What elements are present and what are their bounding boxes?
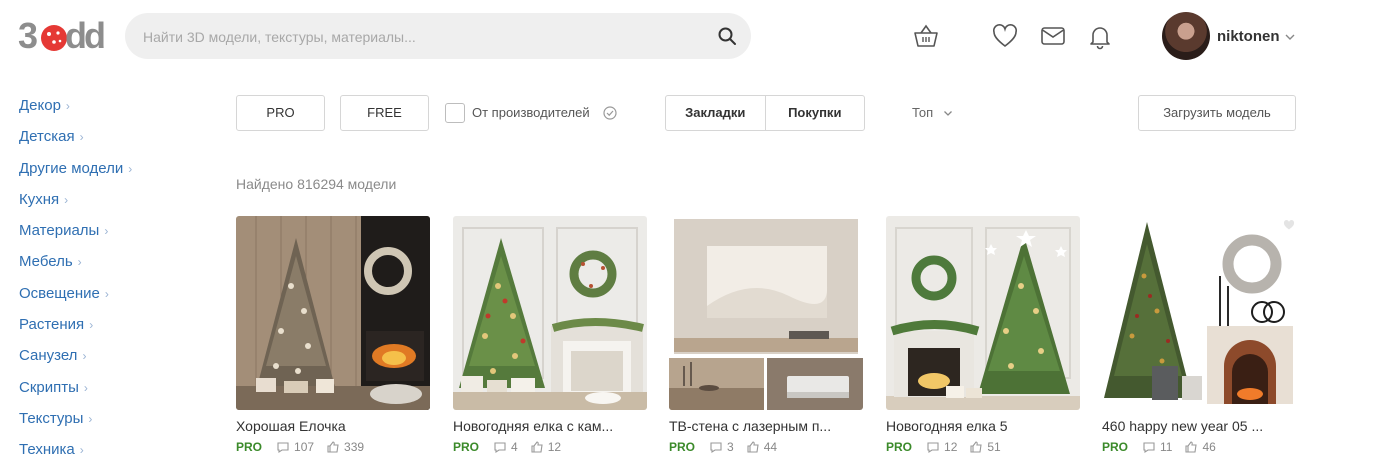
chevron-right-icon: › [82,349,87,364]
comment-count: 3 [727,440,734,454]
manufacturers-label[interactable]: От производителей [472,105,590,120]
upload-model-button[interactable]: Загрузить модель [1138,95,1296,131]
sidebar-item-plants[interactable]: Растения › [19,314,219,345]
like-icon [747,441,759,453]
comment-count: 107 [294,440,315,454]
chevron-right-icon: › [89,318,94,333]
comment-icon [710,442,722,454]
model-title[interactable]: Новогодняя елка с кам... [453,418,643,434]
category-sidebar: Декор › Детская › Другие модели › Кухня › Ма… [19,95,219,471]
model-thumbnail[interactable] [236,216,430,410]
model-card[interactable]: Новогодняя елка с кам... PRO 4 12 [453,216,647,455]
search-bar[interactable] [125,13,751,61]
like-count: 44 [763,440,778,454]
chevron-right-icon: › [77,255,82,270]
model-meta: PRO 12 51 [886,439,1080,455]
verified-check-icon [603,106,617,120]
bookmark-heart-icon[interactable] [1283,219,1295,231]
bookmarks-purchases-toggle: Закладки Покупки [665,95,865,131]
mail-icon[interactable] [1039,22,1067,50]
like-count: 12 [547,440,562,454]
chevron-right-icon: › [79,130,84,145]
svg-text:d: d [84,16,104,56]
pro-badge: PRO [1102,440,1129,454]
model-thumbnail[interactable] [453,216,647,410]
chevron-down-icon[interactable] [1284,31,1296,43]
pro-filter-button[interactable]: PRO [236,95,325,131]
heart-icon[interactable] [991,22,1019,50]
sidebar-item-furniture[interactable]: Мебель › [19,251,219,282]
like-icon [531,441,543,453]
pro-badge: PRO [669,440,696,454]
username[interactable]: niktonen [1217,28,1280,45]
model-card[interactable]: 460 happy new year 05 ... PRO 11 46 [1102,216,1296,455]
search-icon[interactable] [717,26,737,46]
pro-badge: PRO [453,440,480,454]
comment-count: 11 [1160,440,1173,454]
chevron-down-icon[interactable] [943,108,953,118]
like-icon [1185,441,1198,453]
model-meta: PRO 11 46 [1102,439,1296,455]
model-thumbnail[interactable] [1102,216,1296,410]
model-card[interactable]: Новогодняя елка 5 PRO 12 51 [886,216,1080,455]
free-filter-button[interactable]: FREE [340,95,429,131]
model-title[interactable]: Новогодняя елка 5 [886,418,1076,434]
chevron-right-icon: › [64,192,69,207]
chevron-right-icon: › [88,411,93,426]
model-meta: PRO 107 339 [236,439,430,455]
pro-badge: PRO [886,440,913,454]
comment-icon [494,442,506,454]
like-count: 339 [344,440,365,454]
model-title[interactable]: Хорошая Елочка [236,418,426,434]
sort-dropdown[interactable]: Топ [912,105,933,120]
sidebar-item-kitchen[interactable]: Кухня › [19,189,219,220]
sidebar-item-bathroom[interactable]: Санузел › [19,345,219,376]
sidebar-item-materials[interactable]: Материалы › [19,220,219,251]
chevron-right-icon: › [65,99,70,113]
sidebar-item-lighting[interactable]: Освещение › [19,283,219,314]
comment-icon [277,442,289,454]
svg-text:3: 3 [18,16,38,56]
purchases-button[interactable]: Покупки [764,96,865,130]
chevron-right-icon: › [79,443,84,458]
model-thumbnail[interactable] [886,216,1080,410]
results-count: Найдено 816294 модели [236,176,397,192]
comment-count: 12 [944,440,958,454]
sidebar-item-kids[interactable]: Детская › [19,126,219,157]
like-count: 46 [1202,440,1216,454]
pro-badge: PRO [236,440,263,454]
like-count: 51 [987,440,1001,454]
chevron-right-icon: › [104,224,109,239]
sidebar-item-scripts[interactable]: Скрипты › [19,377,219,408]
manufacturers-checkbox[interactable] [445,103,465,123]
model-meta: PRO 3 44 [669,439,863,455]
model-card[interactable]: Хорошая Елочка PRO 107 339 [236,216,430,455]
logo[interactable]: 3 d d [18,15,106,56]
chevron-right-icon: › [83,380,88,395]
comment-icon [927,442,939,454]
basket-icon[interactable] [912,22,940,50]
chevron-right-icon: › [128,161,133,176]
model-thumbnail[interactable] [669,216,863,410]
sidebar-item-other-models[interactable]: Другие модели › [19,158,219,189]
sidebar-item-textures[interactable]: Текстуры › [19,408,219,439]
sidebar-item-appliances[interactable]: Техника › [19,439,219,470]
avatar[interactable] [1162,12,1210,60]
bell-icon[interactable] [1086,22,1114,50]
model-title[interactable]: 460 happy new year 05 ... [1102,418,1292,434]
like-icon [327,441,339,453]
bookmarks-button[interactable]: Закладки [666,96,765,130]
model-title[interactable]: ТВ-стена с лазерным п... [669,418,859,434]
chevron-right-icon: › [104,286,109,301]
model-card[interactable]: ТВ-стена с лазерным п... PRO 3 44 [669,216,863,455]
search-input[interactable] [141,13,705,61]
sidebar-item-decor[interactable]: Декор › [19,95,219,126]
comment-count: 4 [511,440,518,454]
like-icon [970,441,983,453]
comment-icon [1143,442,1155,454]
model-meta: PRO 4 12 [453,439,647,455]
